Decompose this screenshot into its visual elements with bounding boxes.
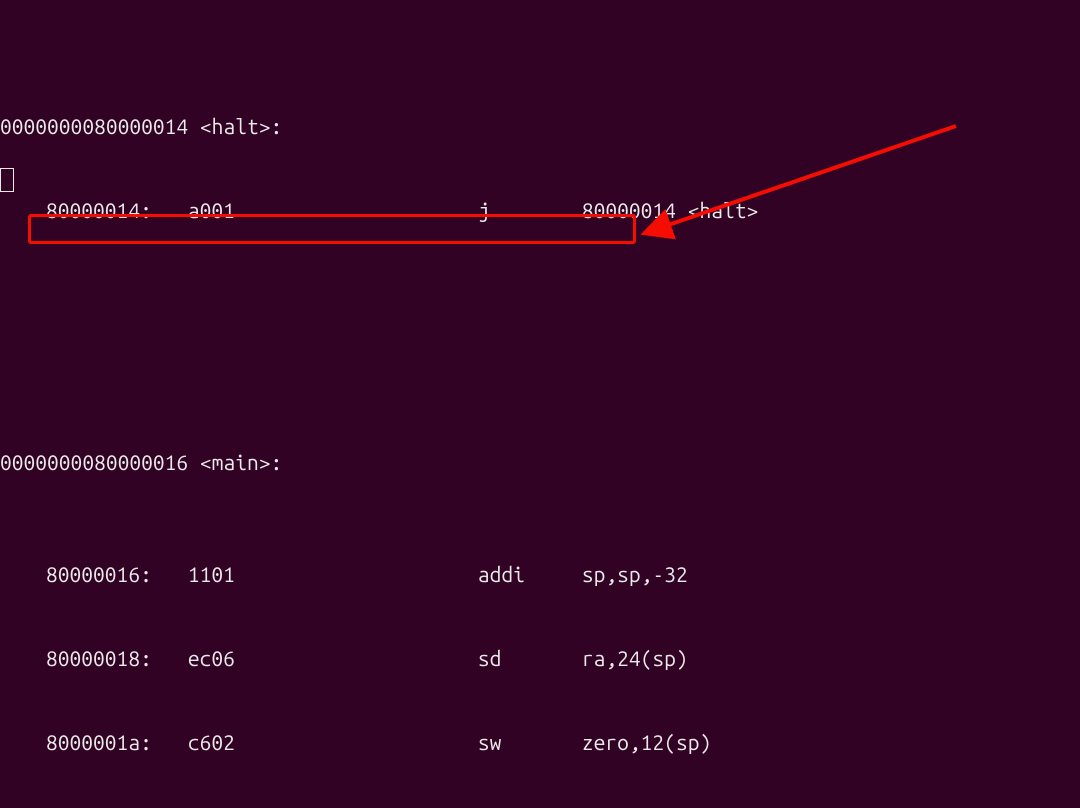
hex-bytes: ec06 — [188, 644, 235, 672]
operands: 80000014 <halt> — [582, 196, 758, 224]
section-header: 0000000080000016 <main>: — [0, 448, 1080, 476]
mnemonic: sd — [478, 644, 582, 672]
disasm-row: 80000014: a001 j 80000014 <halt> — [0, 196, 1080, 224]
blank-row — [0, 308, 1080, 336]
operands: sp,sp,-32 — [582, 560, 688, 588]
address: 80000014 — [46, 198, 140, 222]
hex-bytes: a001 — [188, 196, 235, 224]
address: 80000018 — [46, 646, 140, 670]
section-header-text: 0000000080000014 <halt>: — [0, 112, 282, 140]
hex-bytes: c602 — [188, 728, 235, 756]
text-cursor-box — [0, 168, 14, 192]
hex-bytes: 1101 — [188, 560, 235, 588]
disasm-row: 80000018: ec06 sd ra,24(sp) — [0, 644, 1080, 672]
section-header-text: 0000000080000016 <main>: — [0, 448, 282, 476]
operands: zero,12(sp) — [582, 728, 711, 756]
terminal-output: 0000000080000014 <halt>: 80000014: a001 … — [0, 0, 1080, 808]
mnemonic: addi — [478, 560, 582, 588]
address: 8000001a — [46, 730, 140, 754]
section-header: 0000000080000014 <halt>: — [0, 112, 1080, 140]
mnemonic: j — [478, 196, 582, 224]
address: 80000016 — [46, 562, 140, 586]
disasm-row: 80000016: 1101 addi sp,sp,-32 — [0, 560, 1080, 588]
disasm-row: 8000001a: c602 sw zero,12(sp) — [0, 728, 1080, 756]
mnemonic: sw — [478, 728, 582, 756]
operands: ra,24(sp) — [582, 644, 688, 672]
